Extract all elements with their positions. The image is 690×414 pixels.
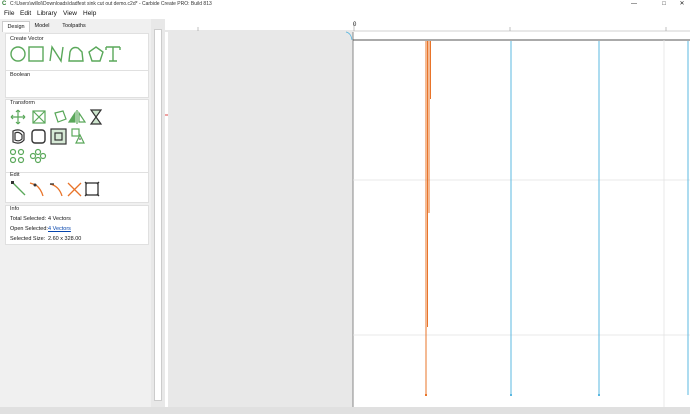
open-selected-link[interactable]: 4 Vectors: [48, 226, 71, 232]
design-canvas[interactable]: 0: [165, 19, 690, 407]
maximize-button[interactable]: □: [656, 0, 672, 9]
smooth-node-icon: [29, 182, 44, 197]
minimize-button[interactable]: —: [626, 0, 642, 9]
mirror-tool-icon: [67, 110, 87, 124]
off-stock-area: [165, 32, 353, 407]
offset-tool-icon: [12, 129, 25, 144]
tab-design[interactable]: Design: [2, 21, 30, 32]
move-tool-icon: [10, 109, 26, 125]
scrollbar-track[interactable]: [154, 29, 162, 401]
edit-title: Edit: [10, 172, 20, 178]
selected-size-label: Selected Size:: [10, 236, 46, 242]
canvas-svg: 0: [165, 19, 690, 407]
join-tool-icon: [50, 128, 67, 145]
text-tool-icon: [105, 46, 121, 62]
boundary-select-icon: [84, 181, 100, 197]
status-bar: [0, 407, 690, 414]
menu-file[interactable]: File: [4, 10, 14, 17]
create-vector-toolbar: [10, 45, 121, 63]
transform-toolbar: [10, 109, 103, 164]
transform-title: Transform: [10, 100, 35, 106]
tab-toolpaths[interactable]: Toolpaths: [56, 21, 92, 31]
open-selected-row: Open Selected: 4 Vectors: [10, 226, 71, 232]
rectangle-tool-icon: [28, 46, 44, 62]
open-selected-label: Open Selected:: [10, 226, 48, 232]
panel-scrollbar[interactable]: [151, 19, 165, 407]
trim-tool-icon: [67, 182, 82, 197]
create-vector-title: Create Vector: [10, 36, 44, 42]
corner-node-icon: [49, 183, 63, 197]
panel-tabs: Design Model Toolpaths: [2, 21, 152, 32]
info-title: Info: [10, 206, 20, 212]
app-icon: C: [2, 1, 7, 7]
tab-model[interactable]: Model: [30, 21, 54, 31]
fillet-tool-icon: [31, 129, 46, 144]
node-edit-icon: [11, 181, 26, 196]
top-ruler: [165, 19, 690, 31]
left-ruler: [165, 32, 168, 407]
left-panel: Design Model Toolpaths Create Vector Boo…: [0, 19, 151, 407]
menu-help[interactable]: Help: [83, 10, 96, 17]
menu-edit[interactable]: Edit: [20, 10, 31, 17]
circular-array-icon: [10, 148, 25, 164]
circle-tool-icon: [10, 46, 26, 62]
menu-library[interactable]: Library: [37, 10, 57, 17]
title-bar: C C:\Users\willol\Downloads\dadfest sink…: [0, 0, 690, 9]
menu-view[interactable]: View: [63, 10, 77, 17]
window-title: C:\Users\willol\Downloads\dadfest sink c…: [10, 1, 212, 7]
curve-tool-icon: [68, 46, 84, 62]
stock-area: [353, 32, 690, 407]
menu-bar: File Edit Library View Help: [0, 9, 690, 19]
polygon-tool-icon: [88, 46, 104, 62]
total-selected-row: Total Selected: 4 Vectors: [10, 216, 71, 222]
total-selected-value: 4 Vectors: [48, 216, 71, 222]
edit-toolbar: [11, 181, 100, 197]
total-selected-label: Total Selected:: [10, 216, 47, 222]
selected-size-value: 2.60 x 328.00: [48, 236, 82, 242]
close-button[interactable]: ✕: [674, 0, 690, 9]
polyline-tool-icon: [49, 45, 64, 63]
selected-size-row: Selected Size: 2.60 x 328.00: [10, 236, 81, 242]
array-tool-icon: [71, 128, 85, 144]
rotate-tool-icon: [54, 110, 67, 123]
scale-tool-icon: [32, 110, 46, 124]
boolean-title: Boolean: [10, 72, 31, 78]
grid-array-icon: [29, 148, 47, 164]
align-tool-icon: [89, 109, 103, 125]
